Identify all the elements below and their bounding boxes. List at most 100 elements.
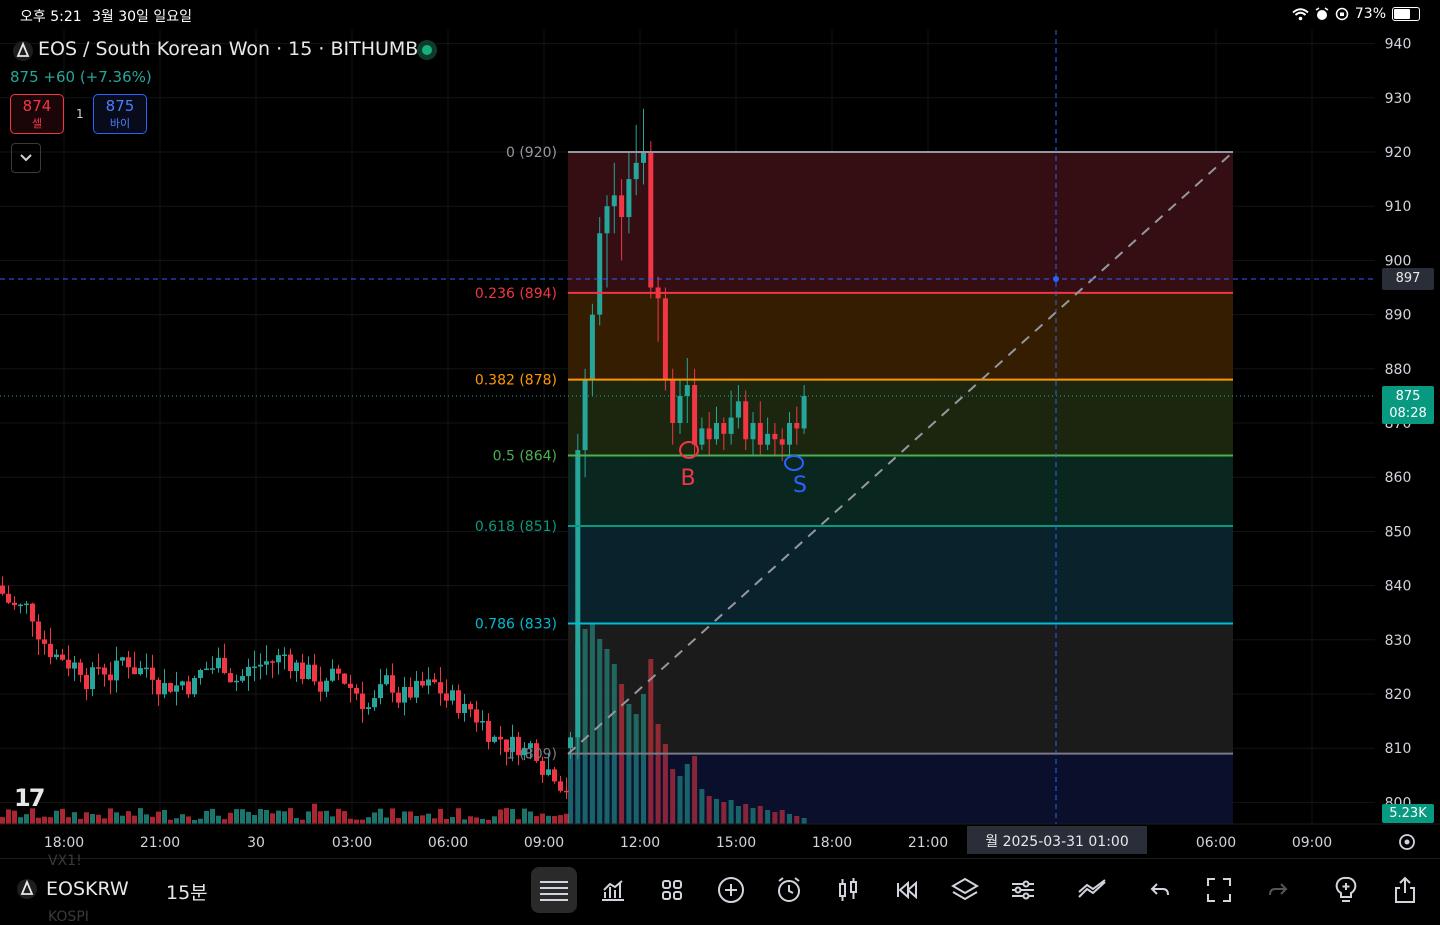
symbol-search-button[interactable]: EOSKRW bbox=[16, 878, 129, 900]
candle-body bbox=[552, 769, 557, 782]
fib-level-label: 0.382 (878) bbox=[475, 373, 557, 389]
volume-bar bbox=[504, 808, 509, 824]
candle-body bbox=[18, 604, 23, 607]
candle-body bbox=[336, 668, 341, 674]
volume-bar bbox=[378, 808, 383, 824]
volume-bar bbox=[186, 816, 191, 824]
settings-button[interactable] bbox=[1000, 867, 1046, 913]
candle-body bbox=[60, 654, 65, 660]
candle-body bbox=[414, 680, 419, 698]
candle-body bbox=[750, 423, 756, 440]
symbol-title[interactable]: EOS / South Korean Won · 15 · BITHUMB bbox=[38, 38, 418, 60]
time-tick: 03:00 bbox=[332, 835, 372, 851]
candle-body bbox=[330, 668, 335, 681]
volume-bar bbox=[384, 817, 389, 824]
volume-bar bbox=[240, 809, 245, 824]
layouts-button[interactable] bbox=[649, 867, 695, 913]
volume-bar bbox=[794, 816, 800, 824]
candle-body bbox=[204, 668, 209, 671]
volume-bar bbox=[324, 810, 329, 824]
volume-bar bbox=[18, 817, 23, 824]
volume-bar bbox=[568, 754, 573, 824]
eos-logo-icon bbox=[12, 40, 34, 66]
settings-gear-icon[interactable] bbox=[1399, 834, 1415, 850]
plus-circle-icon bbox=[718, 877, 744, 903]
candle-body bbox=[348, 683, 353, 688]
price-axis[interactable]: 9409309209109008908808708608508408308208… bbox=[1385, 37, 1412, 812]
volume-bar bbox=[498, 809, 503, 824]
sell-button[interactable]: 874 셀 bbox=[10, 94, 64, 134]
candle-body bbox=[757, 423, 763, 445]
volume-bar bbox=[468, 816, 473, 824]
volume-bar bbox=[714, 799, 719, 824]
replay-button[interactable] bbox=[884, 867, 930, 913]
candle-body bbox=[156, 679, 161, 695]
volume-bar bbox=[138, 808, 143, 824]
volume-bar bbox=[234, 809, 239, 824]
objects-tree-button[interactable] bbox=[942, 867, 988, 913]
candle-body bbox=[546, 769, 551, 775]
drawing-tools-button[interactable] bbox=[1069, 867, 1115, 913]
alert-button[interactable] bbox=[766, 867, 812, 913]
volume-bar bbox=[132, 815, 137, 824]
volume-bar bbox=[222, 819, 227, 824]
chart-type-button[interactable] bbox=[590, 867, 636, 913]
volume-bar bbox=[486, 819, 491, 824]
candle-body bbox=[54, 654, 59, 658]
volume-bar bbox=[168, 819, 173, 824]
price-tick: 810 bbox=[1385, 741, 1412, 757]
volume-bar bbox=[648, 659, 654, 824]
candle-body bbox=[120, 657, 125, 661]
candle-body bbox=[306, 664, 311, 680]
candle-body bbox=[300, 662, 305, 680]
candle-body bbox=[801, 395, 807, 429]
volume-bar bbox=[677, 776, 683, 824]
svg-text:월 2025-03-31 01:00: 월 2025-03-31 01:00 bbox=[985, 834, 1129, 850]
undo-button[interactable] bbox=[1137, 867, 1183, 913]
collapse-legend-button[interactable] bbox=[11, 143, 41, 173]
indicators-button[interactable] bbox=[825, 867, 871, 913]
volume-bar bbox=[96, 814, 101, 824]
volume-bar bbox=[150, 816, 155, 824]
candle-body bbox=[450, 690, 455, 701]
redo-button[interactable] bbox=[1255, 867, 1301, 913]
volume-bar bbox=[670, 769, 676, 824]
interval-button[interactable]: 15분 bbox=[166, 878, 208, 905]
price-tick: 840 bbox=[1385, 579, 1412, 595]
price-tick: 830 bbox=[1385, 633, 1412, 649]
candle-body bbox=[619, 195, 625, 218]
fullscreen-button[interactable] bbox=[1196, 867, 1242, 913]
buy-button[interactable]: 875 바이 bbox=[93, 94, 147, 134]
volume-bar bbox=[198, 818, 203, 824]
candle-body bbox=[234, 680, 239, 683]
candle-body bbox=[12, 602, 17, 606]
candle-body bbox=[426, 679, 431, 686]
volume-bar bbox=[692, 756, 698, 824]
volume-bar bbox=[779, 810, 785, 824]
share-button[interactable] bbox=[1382, 867, 1428, 913]
add-button[interactable] bbox=[708, 867, 754, 913]
candle-body bbox=[252, 666, 257, 669]
price-chart[interactable]: 0 (920) 0.236 (894) 0.382 (878) 0.5 (864) 0.… bbox=[0, 0, 1440, 858]
candle-body bbox=[360, 693, 365, 710]
candle-body bbox=[258, 664, 263, 667]
volume-bar bbox=[12, 810, 17, 824]
volume-bar bbox=[444, 818, 449, 824]
candle-body bbox=[462, 703, 467, 713]
candle-body bbox=[787, 423, 792, 445]
alarm-clock-icon bbox=[778, 877, 800, 902]
candle-body bbox=[568, 737, 573, 749]
volume-bar bbox=[102, 818, 107, 824]
volume-bar bbox=[270, 813, 275, 824]
volume-bar bbox=[342, 811, 347, 824]
candle-body bbox=[42, 639, 47, 644]
volume-bar bbox=[735, 806, 741, 824]
volume-bar bbox=[366, 817, 371, 824]
candle-body bbox=[90, 667, 95, 690]
volume-bar bbox=[318, 811, 323, 824]
candle-body bbox=[0, 585, 5, 594]
crosshair-price-tag: 897 bbox=[1382, 268, 1434, 290]
menu-button[interactable] bbox=[531, 867, 577, 913]
ideas-button[interactable] bbox=[1323, 867, 1369, 913]
candle-body bbox=[456, 690, 461, 713]
